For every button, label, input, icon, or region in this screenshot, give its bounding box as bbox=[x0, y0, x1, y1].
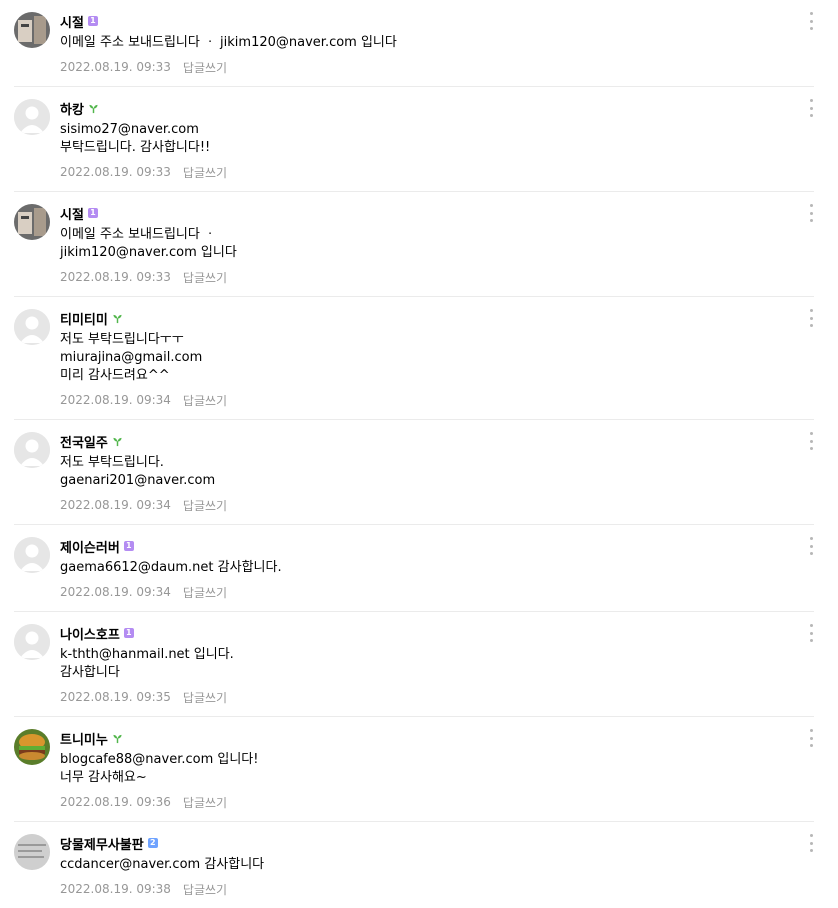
avatar[interactable] bbox=[14, 204, 50, 240]
reply-button[interactable]: 답글쓰기 bbox=[183, 584, 227, 601]
comment-item: 트니미누 blogcafe88@naver.com 입니다! 너무 감사해요~ … bbox=[14, 717, 814, 822]
more-vertical-icon[interactable] bbox=[808, 624, 814, 642]
more-vertical-icon[interactable] bbox=[808, 309, 814, 327]
more-vertical-icon[interactable] bbox=[808, 432, 814, 450]
default-avatar-icon[interactable] bbox=[14, 99, 50, 135]
reply-button[interactable]: 답글쓰기 bbox=[183, 881, 227, 898]
nickname[interactable]: 당물제무사불판 bbox=[60, 834, 144, 853]
comment-text: 이메일 주소 보내드립니다 ㆍ jikim120@naver.com 입니다 bbox=[60, 227, 237, 260]
more-vertical-icon[interactable] bbox=[808, 537, 814, 555]
default-avatar-icon[interactable] bbox=[14, 537, 50, 573]
more-vertical-icon[interactable] bbox=[808, 99, 814, 117]
comment-date: 2022.08.19. 09:33 bbox=[60, 60, 171, 74]
comment-date: 2022.08.19. 09:34 bbox=[60, 498, 171, 512]
nickname[interactable]: 전국일주 bbox=[60, 432, 108, 451]
comment-text: 저도 부탁드립니다ㅜㅜ miurajina@gmail.com 미리 감사드려요… bbox=[60, 332, 203, 383]
default-avatar-icon[interactable] bbox=[14, 309, 50, 345]
comment-item: 시절 1 이메일 주소 보내드립니다 ㆍ jikim120@naver.com … bbox=[14, 0, 814, 87]
comment-date: 2022.08.19. 09:36 bbox=[60, 795, 171, 809]
avatar[interactable] bbox=[14, 729, 50, 765]
nickname[interactable]: 티미티미 bbox=[60, 309, 108, 328]
comment-text: 이메일 주소 보내드립니다 ㆍ jikim120@naver.com 입니다 bbox=[60, 35, 397, 50]
comment-item: 나이스호프 1 k-thth@hanmail.net 입니다. 감사합니다 20… bbox=[14, 612, 814, 717]
more-vertical-icon[interactable] bbox=[808, 834, 814, 852]
nickname[interactable]: 시절 bbox=[60, 204, 84, 223]
reply-button[interactable]: 답글쓰기 bbox=[183, 794, 227, 811]
member-level-badge: 2 bbox=[147, 838, 158, 848]
comment-list: 시절 1 이메일 주소 보내드립니다 ㆍ jikim120@naver.com … bbox=[0, 0, 838, 908]
comment-item: 시절 1 이메일 주소 보내드립니다 ㆍ jikim120@naver.com … bbox=[14, 192, 814, 297]
default-avatar-icon[interactable] bbox=[14, 432, 50, 468]
reply-button[interactable]: 답글쓰기 bbox=[183, 59, 227, 76]
nickname[interactable]: 시절 bbox=[60, 12, 84, 31]
comment-item: 하캉 sisimo27@naver.com 부탁드립니다. 감사합니다!! 20… bbox=[14, 87, 814, 192]
sprout-icon bbox=[89, 104, 98, 113]
member-level-badge: 1 bbox=[87, 208, 98, 218]
comment-item: 당물제무사불판 2 ccdancer@naver.com 감사합니다 2022.… bbox=[14, 822, 814, 908]
comment-item: 티미티미 저도 부탁드립니다ㅜㅜ miurajina@gmail.com 미리 … bbox=[14, 297, 814, 420]
comment-date: 2022.08.19. 09:34 bbox=[60, 585, 171, 599]
comment-date: 2022.08.19. 09:38 bbox=[60, 882, 171, 896]
member-level-badge: 1 bbox=[123, 628, 134, 638]
member-level-badge: 1 bbox=[87, 16, 98, 26]
sprout-icon bbox=[113, 314, 122, 323]
default-avatar-icon[interactable] bbox=[14, 624, 50, 660]
comment-date: 2022.08.19. 09:34 bbox=[60, 393, 171, 407]
comment-date: 2022.08.19. 09:33 bbox=[60, 270, 171, 284]
sprout-icon bbox=[113, 437, 122, 446]
comment-item: 전국일주 저도 부탁드립니다. gaenari201@naver.com 202… bbox=[14, 420, 814, 525]
reply-button[interactable]: 답글쓰기 bbox=[183, 392, 227, 409]
reply-button[interactable]: 답글쓰기 bbox=[183, 269, 227, 286]
member-level-badge: 1 bbox=[123, 541, 134, 551]
reply-button[interactable]: 답글쓰기 bbox=[183, 689, 227, 706]
avatar[interactable] bbox=[14, 834, 50, 870]
comment-text: ccdancer@naver.com 감사합니다 bbox=[60, 857, 265, 872]
avatar[interactable] bbox=[14, 12, 50, 48]
more-vertical-icon[interactable] bbox=[808, 12, 814, 30]
comment-date: 2022.08.19. 09:33 bbox=[60, 165, 171, 179]
reply-button[interactable]: 답글쓰기 bbox=[183, 164, 227, 181]
comment-text: k-thth@hanmail.net 입니다. 감사합니다 bbox=[60, 647, 234, 680]
more-vertical-icon[interactable] bbox=[808, 204, 814, 222]
nickname[interactable]: 트니미누 bbox=[60, 729, 108, 748]
comment-text: sisimo27@naver.com 부탁드립니다. 감사합니다!! bbox=[60, 122, 211, 155]
nickname[interactable]: 제이슨러버 bbox=[60, 537, 120, 556]
sprout-icon bbox=[113, 734, 122, 743]
reply-button[interactable]: 답글쓰기 bbox=[183, 497, 227, 514]
comment-item: 제이슨러버 1 gaema6612@daum.net 감사합니다. 2022.0… bbox=[14, 525, 814, 612]
more-vertical-icon[interactable] bbox=[808, 729, 814, 747]
comment-text: blogcafe88@naver.com 입니다! 너무 감사해요~ bbox=[60, 752, 259, 785]
comment-text: 저도 부탁드립니다. gaenari201@naver.com bbox=[60, 455, 216, 488]
nickname[interactable]: 하캉 bbox=[60, 99, 84, 118]
comment-text: gaema6612@daum.net 감사합니다. bbox=[60, 560, 282, 575]
comment-date: 2022.08.19. 09:35 bbox=[60, 690, 171, 704]
nickname[interactable]: 나이스호프 bbox=[60, 624, 120, 643]
